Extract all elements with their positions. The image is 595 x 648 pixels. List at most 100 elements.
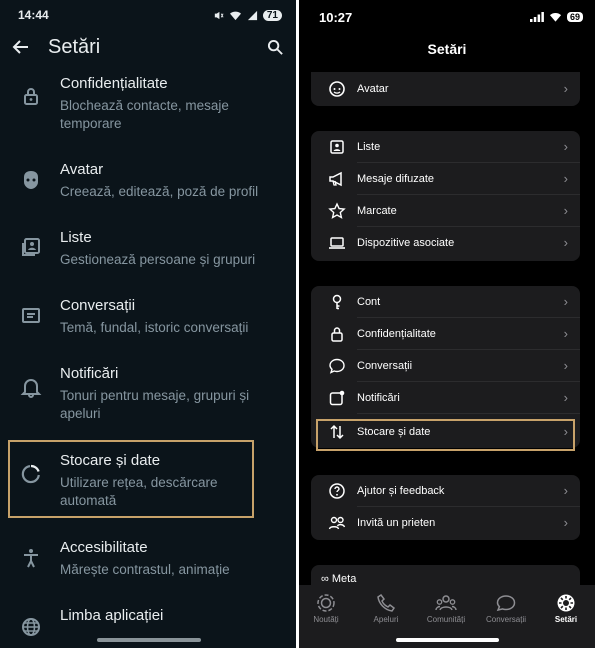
row-privacy[interactable]: Confidențialitate › [311,318,580,350]
settings-item-accessibility[interactable]: Accesibilitate Mărește contrastul, anima… [0,538,296,584]
globe-icon [22,618,40,636]
settings-item-title: Notificări [60,365,119,382]
ios-settings-screen: 10:27 69 Setări Avatar › Liste › Mesaje … [299,0,595,648]
android-app-bar: Setări [0,30,296,64]
chevron-right-icon: › [563,358,568,373]
phone-icon [377,593,396,612]
tab-label: Setări [554,615,578,624]
accessibility-icon [24,549,38,568]
settings-item-title: Conversații [60,297,136,314]
battery-level: 69 [566,12,583,22]
row-starred[interactable]: Marcate › [311,195,580,227]
row-lists[interactable]: Liste › [311,131,580,163]
megaphone-icon [329,171,342,187]
battery-level: 71 [262,9,282,21]
chevron-right-icon: › [563,139,568,154]
page-title: Setări [427,41,467,57]
settings-item-subtitle: Tonuri pentru mesaje, grupuri și apeluri [60,388,250,421]
row-invite-friend[interactable]: Invită un prieten › [311,507,580,539]
settings-group-avatar: Avatar › [311,72,580,106]
settings-item-chats[interactable]: Conversații Temă, fundal, istoric conver… [0,296,296,342]
chevron-right-icon: › [563,171,568,186]
settings-item-subtitle: Creează, editează, poză de profil [60,184,259,199]
row-label: Cont [357,296,381,308]
laptop-icon [329,237,345,249]
row-help-feedback[interactable]: Ajutor și feedback › [311,475,580,507]
bell-icon [20,379,42,398]
help-icon [329,483,345,499]
row-label: Marcate [357,205,397,217]
ios-status-time: 10:27 [319,9,353,25]
android-status-time: 14:44 [18,8,49,22]
row-broadcast[interactable]: Mesaje difuzate › [311,163,580,195]
lock-icon [24,88,38,105]
row-label: Invită un prieten [357,517,436,529]
chevron-right-icon: › [563,515,568,530]
row-avatar[interactable]: Avatar › [311,73,580,105]
home-indicator[interactable] [396,638,499,642]
row-label: Conversații [357,360,413,372]
avatar-icon [24,171,38,189]
wifi-icon [229,11,241,20]
lock-icon [331,327,343,342]
back-arrow-icon[interactable] [12,38,30,56]
chats-icon [496,595,516,612]
tab-label: Noutăți [313,615,339,624]
ios-status-bar: 10:27 69 [299,0,595,34]
row-label: Notificări [357,392,400,404]
settings-group-help: Ajutor și feedback › Invită un prieten › [311,475,580,540]
settings-item-title: Avatar [60,161,104,178]
chat-icon [22,308,40,323]
chevron-right-icon: › [563,326,568,341]
settings-item-title: Liste [60,229,92,246]
row-label: Avatar [357,83,389,95]
tab-updates[interactable]: Noutăți [299,593,356,624]
row-label: Confidențialitate [357,328,436,340]
settings-item-privacy[interactable]: Confidențialitate Blochează contacte, me… [0,74,296,138]
home-indicator[interactable] [97,638,201,642]
settings-item-subtitle: Gestionează persoane și grupuri [60,252,256,267]
chevron-right-icon: › [563,294,568,309]
settings-item-subtitle: Mărește contrastul, animație [60,562,230,577]
lists-icon [22,238,40,256]
tab-chats[interactable]: Conversații [476,593,536,624]
settings-item-title: Confidențialitate [60,75,168,92]
chevron-right-icon: › [563,81,568,96]
tab-calls[interactable]: Apeluri [356,593,416,624]
settings-item-subtitle: Temă, fundal, istoric conversații [60,320,249,335]
updates-icon [317,594,335,612]
chevron-right-icon: › [563,203,568,218]
highlight-frame [8,440,254,518]
row-label: Mesaje difuzate [357,173,435,185]
row-linked-devices[interactable]: Dispozitive asociate › [311,227,580,259]
row-label: Liste [357,141,381,153]
wifi-icon [549,13,562,22]
avatar-icon [329,81,345,97]
row-chats[interactable]: Conversații › [311,350,580,382]
settings-item-title: Accesibilitate [60,539,148,556]
row-notifications[interactable]: Notificări › [311,382,580,414]
people-icon [328,516,346,530]
signal-icon [529,12,544,22]
star-icon [328,202,346,219]
tab-label: Apeluri [373,615,399,624]
tab-label: Conversații [485,615,526,624]
tab-settings[interactable]: Setări [536,593,595,624]
meta-logo: ∞ Meta [321,573,357,585]
chevron-right-icon: › [563,390,568,405]
settings-item-lists[interactable]: Liste Gestionează persoane și grupuri [0,228,296,274]
android-settings-screen: 14:44 71 Setări Confidențialitate Bloche… [0,0,296,648]
search-icon[interactable] [267,39,284,56]
chat-bubble-icon [329,358,345,374]
settings-item-title: Limba aplicației [60,607,164,624]
settings-item-notifications[interactable]: Notificări Tonuri pentru mesaje, grupuri… [0,364,296,430]
row-account[interactable]: Cont › [311,286,580,318]
tab-communities[interactable]: Comunități [416,593,476,624]
notification-badge-icon [329,390,345,406]
signal-icon [247,10,257,20]
row-label: Dispozitive asociate [357,237,455,249]
settings-item-avatar[interactable]: Avatar Creează, editează, poză de profil [0,160,296,206]
settings-item-subtitle: Blochează contacte, mesaje temporare [60,98,229,131]
tab-label: Comunități [426,615,466,624]
row-label: Ajutor și feedback [357,485,445,497]
